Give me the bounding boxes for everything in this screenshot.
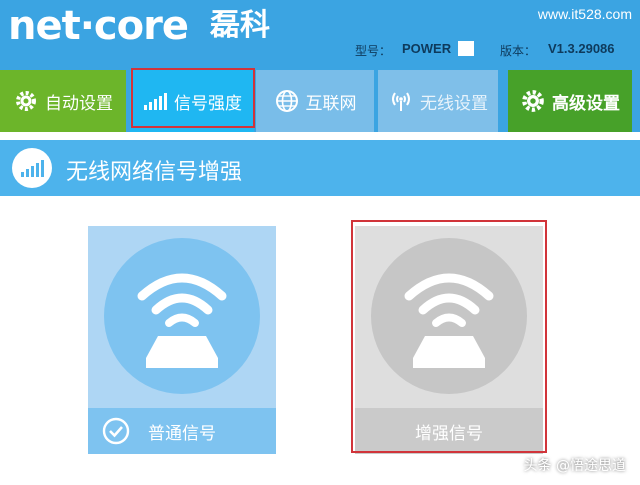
card-label-bar: 普通信号	[88, 408, 276, 454]
main-nav: 自动设置 信号强度 互联网 无线设置 高级设置	[0, 64, 640, 132]
version-label: 版本：	[500, 44, 537, 58]
gear-icon	[520, 88, 546, 114]
wireless-antenna-icon	[388, 88, 414, 114]
model-value: POWER	[402, 41, 452, 56]
tab-auto-setup[interactable]: 自动设置	[0, 70, 126, 132]
tab-signal-strength[interactable]: 信号强度	[130, 70, 254, 132]
tab-internet[interactable]: 互联网	[256, 70, 374, 132]
tab-label: 信号强度	[174, 93, 242, 114]
globe-icon	[274, 88, 300, 114]
site-url: www.it528.com	[537, 6, 632, 22]
brand-logo-cn: 磊科	[210, 8, 270, 43]
card-label: 普通信号	[148, 423, 216, 444]
page-title: 无线网络信号增强	[66, 160, 243, 185]
watermark: 头条 @悟途思道	[523, 458, 626, 474]
tab-label: 互联网	[305, 93, 357, 114]
normal-signal-option[interactable]: 普通信号	[88, 226, 276, 454]
tab-advanced-settings[interactable]: 高级设置	[508, 70, 632, 132]
redaction-block	[458, 41, 474, 56]
header: net·core 磊科 www.it528.com 型号： POWER 版本： …	[0, 0, 640, 64]
version-value: V1.3.29086	[548, 41, 615, 56]
router-wifi-icon	[104, 238, 260, 394]
tab-label: 自动设置	[45, 93, 113, 114]
tab-wireless-settings[interactable]: 无线设置	[378, 70, 498, 132]
tab-label: 无线设置	[420, 93, 488, 114]
model-label: 型号：	[355, 44, 392, 58]
brand-logo: net·core	[8, 3, 189, 49]
check-circle-icon	[102, 417, 130, 445]
signal-bars-icon	[142, 88, 168, 114]
tab-label: 高级设置	[552, 93, 620, 114]
signal-bars-icon	[12, 148, 52, 188]
gear-icon	[13, 88, 39, 114]
highlight-box-boost-option	[351, 220, 547, 453]
section-header: 无线网络信号增强	[0, 140, 640, 196]
